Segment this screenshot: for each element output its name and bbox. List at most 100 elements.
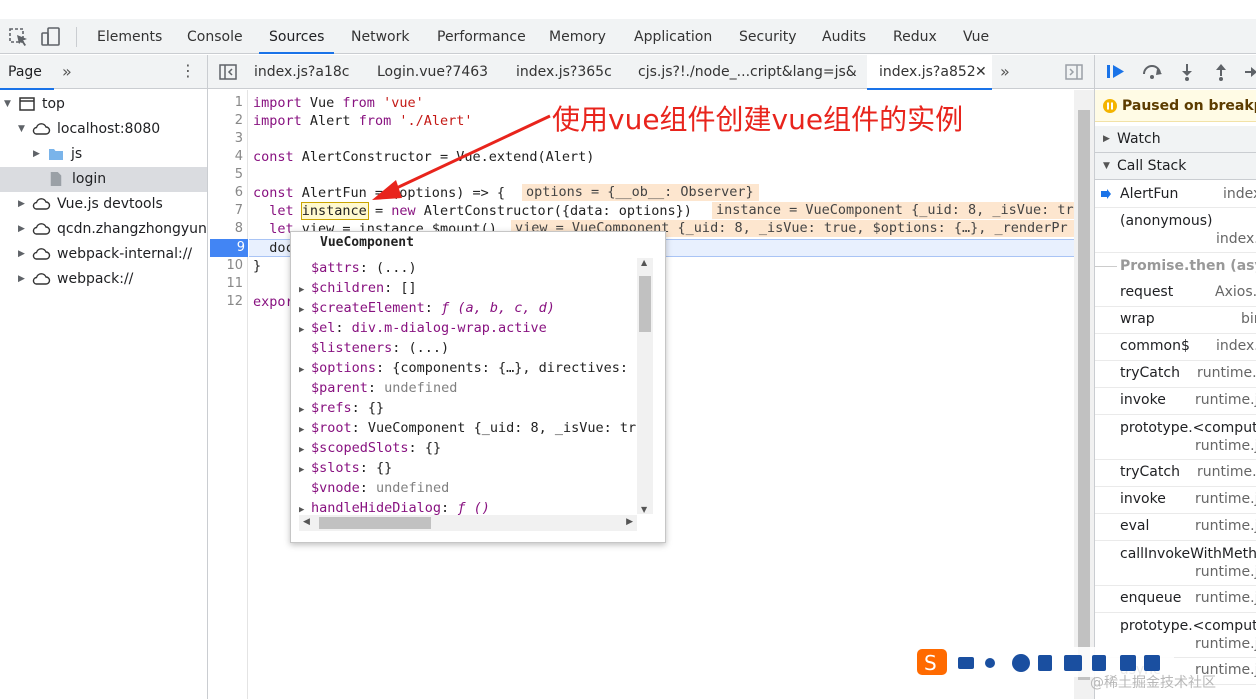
popover-property-row[interactable]: ▶ $refs: {} xyxy=(299,398,637,418)
tab-elements[interactable]: Elements xyxy=(97,19,162,53)
call-frame[interactable]: callInvokeWithMetho runtime.js xyxy=(1095,541,1256,586)
expand-right-icon[interactable]: ▶ xyxy=(299,300,311,318)
expand-right-icon[interactable]: ▶ xyxy=(299,440,311,458)
expand-right-icon[interactable]: ▶ xyxy=(299,420,311,438)
call-frame[interactable]: tryCatch runtime. xyxy=(1095,361,1256,388)
line-number[interactable]: 7 xyxy=(208,202,243,220)
popover-property-row[interactable]: ▶ $el: div.m-dialog-wrap.active xyxy=(299,318,637,338)
tab-memory[interactable]: Memory xyxy=(549,19,606,53)
popover-property-row[interactable]: ▶ $children: [] xyxy=(299,278,637,298)
popover-property-row[interactable]: ▶ $createElement: ƒ (a, b, c, d) xyxy=(299,298,637,318)
call-frame[interactable]: prototype.<compute runtime.js xyxy=(1095,415,1256,460)
more-options-icon[interactable]: ⋮ xyxy=(180,61,196,80)
popover-property-row[interactable]: ▶ $scopedSlots: {} xyxy=(299,438,637,458)
popover-property-row[interactable]: ▶ $root: VueComponent {_uid: 8, _isVue: t… xyxy=(299,418,637,438)
scrollbar-thumb[interactable] xyxy=(639,276,651,332)
tab-console[interactable]: Console xyxy=(187,19,243,53)
tab-security[interactable]: Security xyxy=(739,19,797,53)
tree-item-login[interactable]: login xyxy=(0,167,207,192)
call-frame[interactable]: common$ index.j xyxy=(1095,334,1256,361)
step-icon[interactable] xyxy=(1243,63,1256,81)
more-tabs-icon[interactable]: » xyxy=(62,62,72,81)
line-number[interactable]: 11 xyxy=(208,275,243,293)
tree-item-localhost[interactable]: ▼ localhost:8080 xyxy=(0,117,207,142)
popover-vertical-scrollbar[interactable]: ▲ ▼ xyxy=(637,258,653,514)
call-frame[interactable]: eval runtime.js xyxy=(1095,514,1256,541)
expand-right-icon[interactable]: ▶ xyxy=(33,142,43,167)
navigator-tab-page[interactable]: Page xyxy=(0,55,54,90)
tab-sources[interactable]: Sources xyxy=(258,19,335,54)
call-frame[interactable]: enqueue runtime.js xyxy=(1095,586,1256,613)
tab-performance[interactable]: Performance xyxy=(437,19,526,53)
tab-network[interactable]: Network xyxy=(351,19,409,53)
line-number[interactable]: 12 xyxy=(208,293,243,311)
editor-tab-login-vue[interactable]: Login.vue?7463 xyxy=(377,55,488,89)
line-number[interactable]: 5 xyxy=(208,166,243,184)
tab-application[interactable]: Application xyxy=(634,19,712,53)
popover-property-row[interactable]: ▶ $slots: {} xyxy=(299,458,637,478)
scrollbar-thumb[interactable] xyxy=(1078,110,1090,680)
editor-scrollbar[interactable] xyxy=(1074,90,1094,699)
line-number[interactable]: 1 xyxy=(208,94,243,112)
call-frame[interactable]: tryCatch runtime. xyxy=(1095,460,1256,487)
scrollbar-thumb[interactable] xyxy=(319,517,431,529)
scroll-down-icon[interactable]: ▼ xyxy=(641,505,647,514)
expand-down-icon[interactable]: ▼ xyxy=(4,92,14,117)
editor-tab-index-365c[interactable]: index.js?365c xyxy=(516,55,612,89)
step-into-icon[interactable] xyxy=(1177,63,1197,81)
popover-property-row[interactable]: ▶ $options: {components: {…}, directives: xyxy=(299,358,637,378)
watch-section-header[interactable]: ▶ Watch xyxy=(1095,126,1256,153)
line-number[interactable]: 8 xyxy=(208,220,243,238)
tree-item-webpack-internal[interactable]: ▶ webpack-internal:// xyxy=(0,242,207,267)
close-tab-icon[interactable]: ✕ xyxy=(975,55,987,89)
call-frame[interactable]: AlertFun index xyxy=(1095,181,1256,208)
step-out-icon[interactable] xyxy=(1211,63,1231,81)
popover-horizontal-scrollbar[interactable]: ◀ ▶ xyxy=(299,515,637,531)
editor-tab-cjs[interactable]: cjs.js?!./node_...cript&lang=js& xyxy=(638,55,857,89)
scroll-up-icon[interactable]: ▲ xyxy=(641,258,647,267)
code-token-instance[interactable]: instance xyxy=(302,203,367,219)
call-frame[interactable]: request Axios.j xyxy=(1095,280,1256,307)
scroll-left-icon[interactable]: ◀ xyxy=(303,517,310,527)
scroll-right-icon[interactable]: ▶ xyxy=(626,517,633,527)
line-number[interactable]: 3 xyxy=(208,130,243,148)
expand-right-icon[interactable]: ▶ xyxy=(18,217,28,242)
tab-redux[interactable]: Redux xyxy=(893,19,937,53)
editor-tab-index-a18c[interactable]: index.js?a18c xyxy=(254,55,349,89)
line-number[interactable]: 4 xyxy=(208,148,243,166)
expand-right-icon[interactable]: ▶ xyxy=(299,460,311,478)
line-number[interactable]: 10 xyxy=(208,257,243,275)
tree-item-vue-devtools[interactable]: ▶ Vue.js devtools xyxy=(0,192,207,217)
expand-right-icon[interactable]: ▶ xyxy=(299,400,311,418)
tab-audits[interactable]: Audits xyxy=(822,19,866,53)
tree-item-top[interactable]: ▼ top xyxy=(0,92,207,117)
tree-item-js[interactable]: ▶ js xyxy=(0,142,207,167)
resume-icon[interactable] xyxy=(1105,63,1127,81)
expand-right-icon[interactable]: ▶ xyxy=(299,280,311,298)
tab-vue[interactable]: Vue xyxy=(963,19,989,53)
call-frame[interactable]: wrap bind xyxy=(1095,307,1256,334)
step-over-icon[interactable] xyxy=(1141,63,1163,81)
toggle-navigator-icon[interactable] xyxy=(219,64,237,80)
more-tabs-icon[interactable]: » xyxy=(1000,55,1010,89)
inspect-element-icon[interactable] xyxy=(8,27,30,47)
tree-item-qcdn[interactable]: ▶ qcdn.zhangzhongyun.c xyxy=(0,217,207,242)
call-frame[interactable]: invoke runtime.js xyxy=(1095,487,1256,514)
editor-tab-index-a852[interactable]: index.js?a852 ✕ xyxy=(867,55,992,90)
toggle-debugger-icon[interactable] xyxy=(1065,64,1083,80)
tree-item-webpack[interactable]: ▶ webpack:// xyxy=(0,267,207,292)
device-toolbar-icon[interactable] xyxy=(40,27,62,47)
call-stack-section-header[interactable]: ▼ Call Stack xyxy=(1095,153,1256,180)
expand-right-icon[interactable]: ▶ xyxy=(299,360,311,378)
expand-right-icon[interactable]: ▶ xyxy=(18,267,28,292)
call-frame[interactable]: invoke runtime.js xyxy=(1095,388,1256,415)
expand-down-icon[interactable]: ▼ xyxy=(18,117,28,142)
expand-right-icon[interactable]: ▶ xyxy=(18,192,28,217)
expand-right-icon[interactable]: ▶ xyxy=(299,320,311,338)
expand-right-icon[interactable]: ▶ xyxy=(18,242,28,267)
breakpoint-marker[interactable]: 9 xyxy=(210,239,248,257)
call-frame[interactable]: (anonymous) index.j xyxy=(1095,208,1256,253)
object-preview-popover[interactable]: VueComponent $attrs: (...) ▶ $children: []… xyxy=(290,231,666,543)
line-number[interactable]: 2 xyxy=(208,112,243,130)
line-number[interactable]: 6 xyxy=(208,184,243,202)
